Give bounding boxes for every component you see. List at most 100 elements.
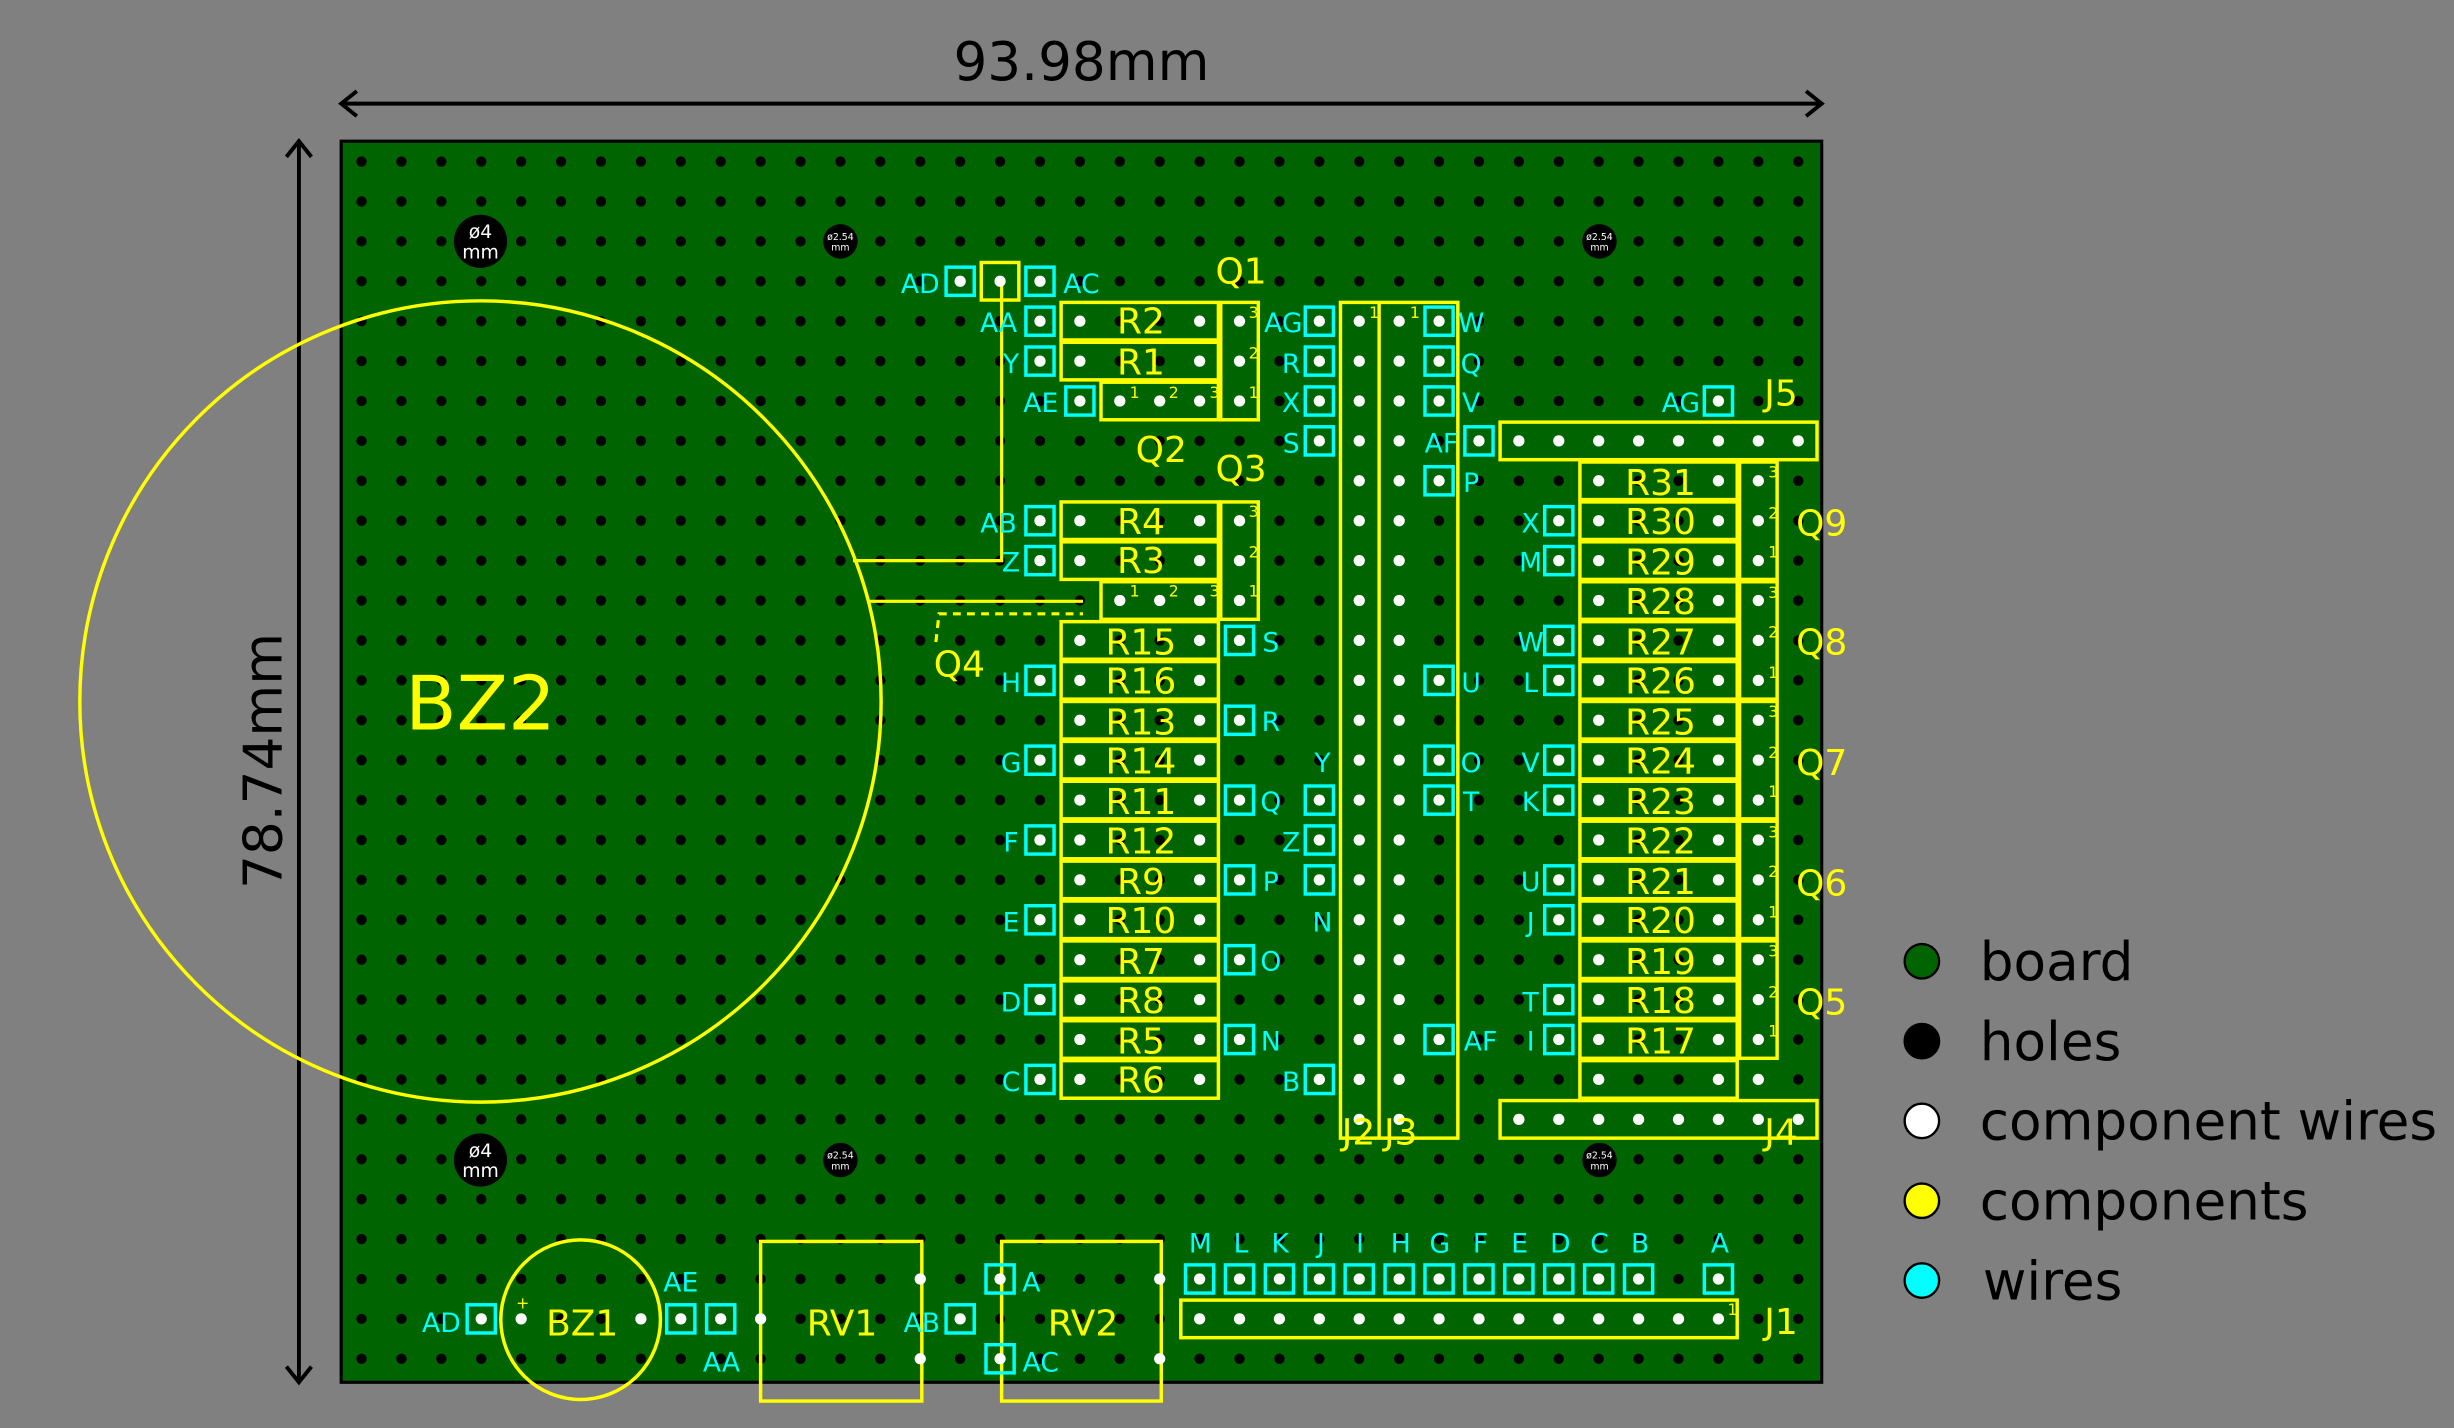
hole: [1393, 276, 1405, 287]
hole: [1553, 595, 1564, 606]
hole: [755, 914, 766, 925]
hole: [1673, 316, 1684, 327]
hole: [515, 635, 527, 646]
hole: [595, 196, 607, 207]
wire-label: AG: [1662, 388, 1700, 419]
hole: [1793, 1194, 1804, 1205]
hole: [436, 994, 447, 1005]
pin-number: 2: [1768, 862, 1778, 881]
hole: [555, 435, 567, 447]
lead: [1193, 1313, 1206, 1325]
hole: [396, 1114, 407, 1125]
hole: [835, 755, 846, 766]
hole: [476, 755, 487, 766]
lead: [1193, 714, 1206, 726]
hole: [396, 1194, 407, 1205]
hole: [915, 994, 926, 1005]
hole: [1513, 834, 1525, 846]
wire-label: AD: [901, 269, 940, 300]
hole: [1354, 236, 1365, 247]
hole: [915, 316, 926, 327]
hole: [1753, 236, 1764, 247]
label-bz1: BZ1: [546, 1303, 618, 1344]
hole: [436, 1273, 447, 1285]
hole: [1633, 316, 1644, 327]
hole: [1513, 395, 1525, 407]
hole: [436, 914, 447, 925]
hole: [1513, 1034, 1525, 1045]
lead: [635, 1313, 647, 1325]
lead: [1712, 515, 1725, 527]
mounting-hole-label: mm: [1590, 243, 1608, 254]
hole: [1433, 156, 1445, 167]
lead: [1193, 993, 1206, 1006]
lead: [1193, 674, 1206, 686]
lead: [1473, 435, 1485, 447]
hole: [555, 715, 567, 726]
hole: [396, 914, 407, 925]
hole: [795, 635, 806, 646]
hole: [436, 236, 447, 247]
hole: [954, 1273, 966, 1285]
hole: [515, 954, 527, 965]
hole: [875, 196, 886, 207]
hole: [1274, 236, 1285, 247]
lead: [1593, 1313, 1605, 1325]
hole: [915, 1034, 926, 1045]
lead: [1313, 395, 1325, 407]
hole: [715, 914, 726, 925]
hole: [954, 1114, 966, 1125]
label-r8: R8: [1117, 981, 1165, 1022]
hole: [356, 635, 367, 646]
hole: [755, 874, 766, 886]
label-r24: R24: [1625, 741, 1696, 782]
lead: [1473, 1273, 1485, 1285]
lead: [1712, 435, 1725, 447]
hole: [1314, 236, 1325, 247]
wire-label: D: [1001, 987, 1021, 1018]
lead: [1193, 754, 1206, 766]
label-rv1: RV1: [807, 1303, 878, 1344]
hole: [1753, 1154, 1764, 1165]
pin-number: 1: [1768, 663, 1778, 682]
lead: [1353, 355, 1365, 367]
hole: [675, 794, 686, 806]
hole: [1753, 355, 1764, 367]
lead: [1752, 874, 1764, 886]
lead: [1593, 794, 1605, 806]
lead: [1393, 914, 1405, 926]
hole: [476, 156, 487, 167]
hole: [1793, 715, 1804, 726]
hole: [396, 555, 407, 566]
hole: [436, 1034, 447, 1045]
hole: [1314, 1114, 1325, 1125]
lead: [1752, 1033, 1764, 1046]
hole: [1314, 954, 1325, 965]
hole: [875, 435, 886, 447]
hole: [1393, 236, 1405, 247]
hole: [1034, 1194, 1046, 1205]
hole: [875, 954, 886, 965]
lead: [1632, 1313, 1645, 1325]
hole: [1314, 276, 1325, 287]
hole: [795, 834, 806, 846]
lead: [1074, 1033, 1086, 1046]
lead: [994, 275, 1006, 287]
hole: [476, 994, 487, 1005]
hole: [875, 515, 886, 526]
hole: [595, 475, 607, 486]
hole: [835, 595, 846, 606]
hole: [715, 994, 726, 1005]
hole: [675, 555, 686, 566]
hole: [396, 276, 407, 287]
hole: [1074, 156, 1086, 167]
hole: [1713, 355, 1724, 367]
hole: [436, 276, 447, 287]
hole: [476, 475, 487, 486]
hole: [396, 435, 407, 447]
hole: [635, 1074, 647, 1085]
hole: [1553, 475, 1564, 486]
wire-label: Y: [1002, 349, 1020, 380]
hole: [1074, 1353, 1086, 1364]
hole: [1793, 316, 1804, 327]
